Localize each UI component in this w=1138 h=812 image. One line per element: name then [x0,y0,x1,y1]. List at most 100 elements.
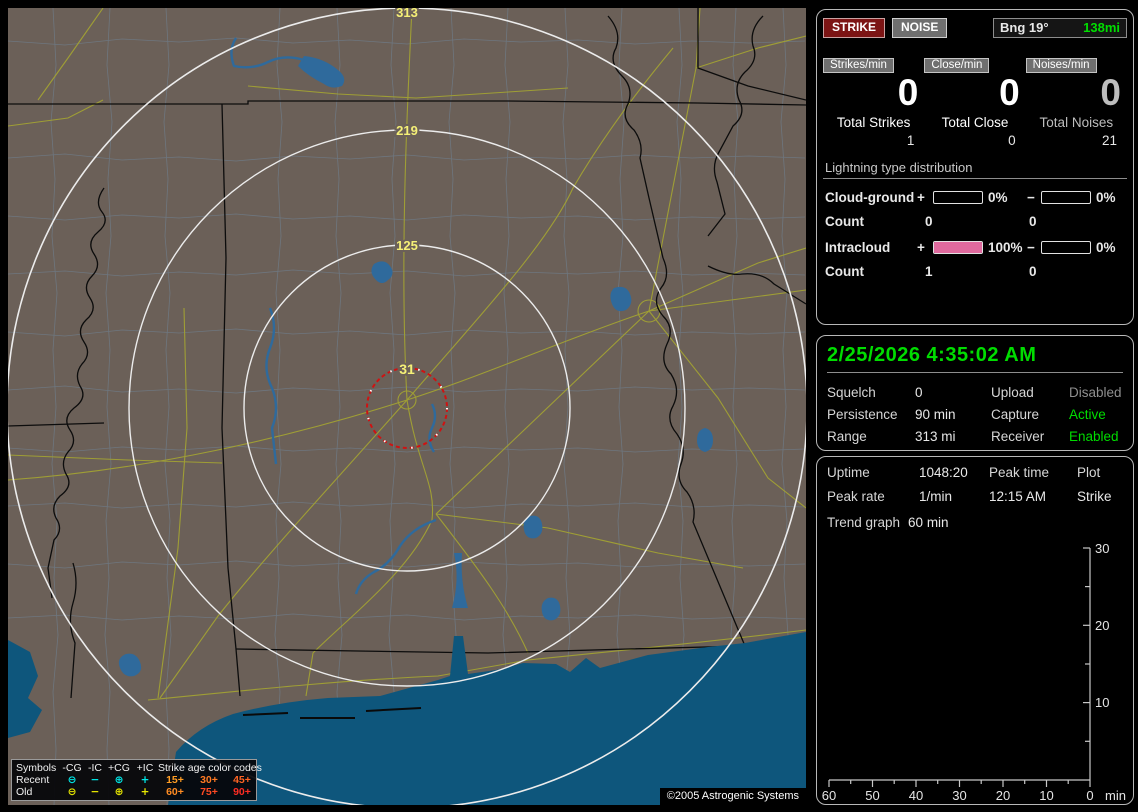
legend-row-recent-label: Recent [16,774,50,786]
counters-panel: STRIKE NOISE Bng 19° 138mi Strikes/min 0… [816,9,1134,325]
copyright-text: ©2005 Astrogenic Systems [659,788,806,805]
ic-pos-pct: 100% [988,239,1023,255]
cg-neg-count: 0 [1029,213,1037,229]
ic-pos-bar [933,240,983,254]
y-tick-10: 10 [1095,695,1109,710]
total-noises-label: Total Noises [1039,114,1114,130]
strikes-per-min-value: 0 [897,72,919,113]
range-label: Range [827,429,867,444]
persistence-value: 90 min [915,407,956,422]
peak-time-label: Peak time [989,465,1050,480]
cg-pos-bar [933,190,983,204]
recent-pos-ic-icon: + [140,774,150,786]
age-75: 75+ [200,786,218,798]
map-legend: Symbols -CG -IC +CG +IC Strike age color… [11,759,262,801]
ic-neg-sign: − [1027,239,1035,255]
x-tick-30: 30 [952,788,966,803]
x-tick-60: 60 [822,788,836,803]
plot-label: Plot [1077,465,1101,480]
x-tick-10: 10 [1039,788,1053,803]
total-close-label: Total Close [941,114,1009,130]
cg-count-label: Count [825,213,864,229]
total-strikes-value: 1 [906,132,915,148]
legend-symbols-header: Symbols [16,762,57,774]
cloud-ground-label: Cloud-ground [825,189,915,205]
capture-status: Active [1069,407,1106,422]
total-noises-value: 21 [1101,132,1117,148]
receiver-label: Receiver [991,429,1045,444]
close-per-min-label: Close/min [924,58,990,73]
map-canvas: 313 219 125 31 [8,8,806,805]
old-neg-cg-icon: ⊖ [67,786,77,798]
old-pos-ic-icon: + [140,786,150,798]
x-axis-unit: min [1105,788,1126,803]
x-tick-0: 0 [1086,788,1093,803]
persistence-label: Persistence [827,407,898,422]
peak-rate-value: 1/min [919,489,953,504]
legend-col-pos-cg: +CG [108,762,130,774]
strike-button[interactable]: STRIKE [823,18,886,38]
old-pos-cg-icon: ⊕ [114,786,124,798]
intracloud-label: Intracloud [825,239,891,255]
intracloud-count-row: Count 1 0 [823,264,1127,279]
uptime-value: 1048:20 [919,465,968,480]
squelch-value: 0 [915,385,923,400]
trend-window-value: 60 min [908,515,949,530]
status-panel: 2/25/2026 4:35:02 AM Squelch 0 Upload Di… [816,335,1134,451]
noises-per-min-value: 0 [1100,72,1121,113]
legend-col-neg-cg: -CG [62,762,82,774]
age-60: 60+ [166,786,184,798]
bearing-distance: 138mi [1083,20,1120,35]
cg-neg-sign: − [1027,189,1035,205]
y-tick-20: 20 [1095,618,1109,633]
noises-per-min-label: Noises/min [1025,58,1097,73]
age-30: 30+ [200,774,218,786]
x-tick-50: 50 [865,788,879,803]
legend-col-neg-ic: -IC [88,762,102,774]
ring-label-219: 219 [396,123,418,138]
noise-button[interactable]: NOISE [892,18,948,38]
ic-count-label: Count [825,263,864,279]
bearing-display: Bng 19° 138mi [993,18,1127,38]
upload-status: Disabled [1069,385,1122,400]
legend-col-pos-ic: +IC [136,762,154,774]
distribution-title: Lightning type distribution [823,160,1127,179]
cg-pos-pct: 0% [988,189,1008,205]
strikes-counter: Strikes/min 0 Total Strikes 1 [823,58,924,148]
legend-row-old-label: Old [16,786,33,798]
cg-pos-count: 0 [925,213,933,229]
cg-pos-sign: + [917,189,925,205]
strikes-per-min-label: Strikes/min [823,58,894,73]
cloud-ground-row: Cloud-ground + 0% − 0% [823,190,1127,205]
ic-pos-sign: + [917,239,925,255]
uptime-label: Uptime [827,465,870,480]
age-45: 45+ [233,774,251,786]
ic-neg-bar [1041,240,1091,254]
ring-label-125: 125 [396,238,418,253]
datetime-display: 2/25/2026 4:35:02 AM [827,344,1123,373]
peak-time-value: 12:15 AM [989,489,1047,504]
age-90: 90+ [233,786,251,798]
close-per-min-value: 0 [999,72,1020,113]
cg-neg-bar [1041,190,1091,204]
lightning-map: 313 219 125 31 Symbols -CG -IC +CG +IC S… [8,8,806,805]
capture-label: Capture [991,407,1040,422]
bearing-label: Bng 19° [1000,20,1049,35]
recent-neg-ic-icon: − [90,774,100,786]
total-close-value: 0 [1008,132,1016,148]
recent-neg-cg-icon: ⊖ [67,774,77,786]
trend-panel: Uptime 1048:20 Peak time Plot Peak rate … [816,456,1134,805]
x-tick-20: 20 [996,788,1010,803]
total-strikes-label: Total Strikes [836,114,911,130]
close-counter: Close/min 0 Total Close 0 [924,58,1025,148]
recent-pos-cg-icon: ⊕ [114,774,124,786]
intracloud-row: Intracloud + 100% − 0% [823,240,1127,255]
trend-graph-label: Trend graph [827,515,901,530]
noises-counter: Noises/min 0 Total Noises 21 [1025,58,1127,148]
squelch-label: Squelch [827,385,876,400]
age-15: 15+ [166,774,184,786]
cloud-ground-count-row: Count 0 0 [823,214,1127,229]
ring-label-31: 31 [399,361,415,377]
y-tick-30: 30 [1095,541,1109,556]
peak-rate-label: Peak rate [827,489,885,504]
